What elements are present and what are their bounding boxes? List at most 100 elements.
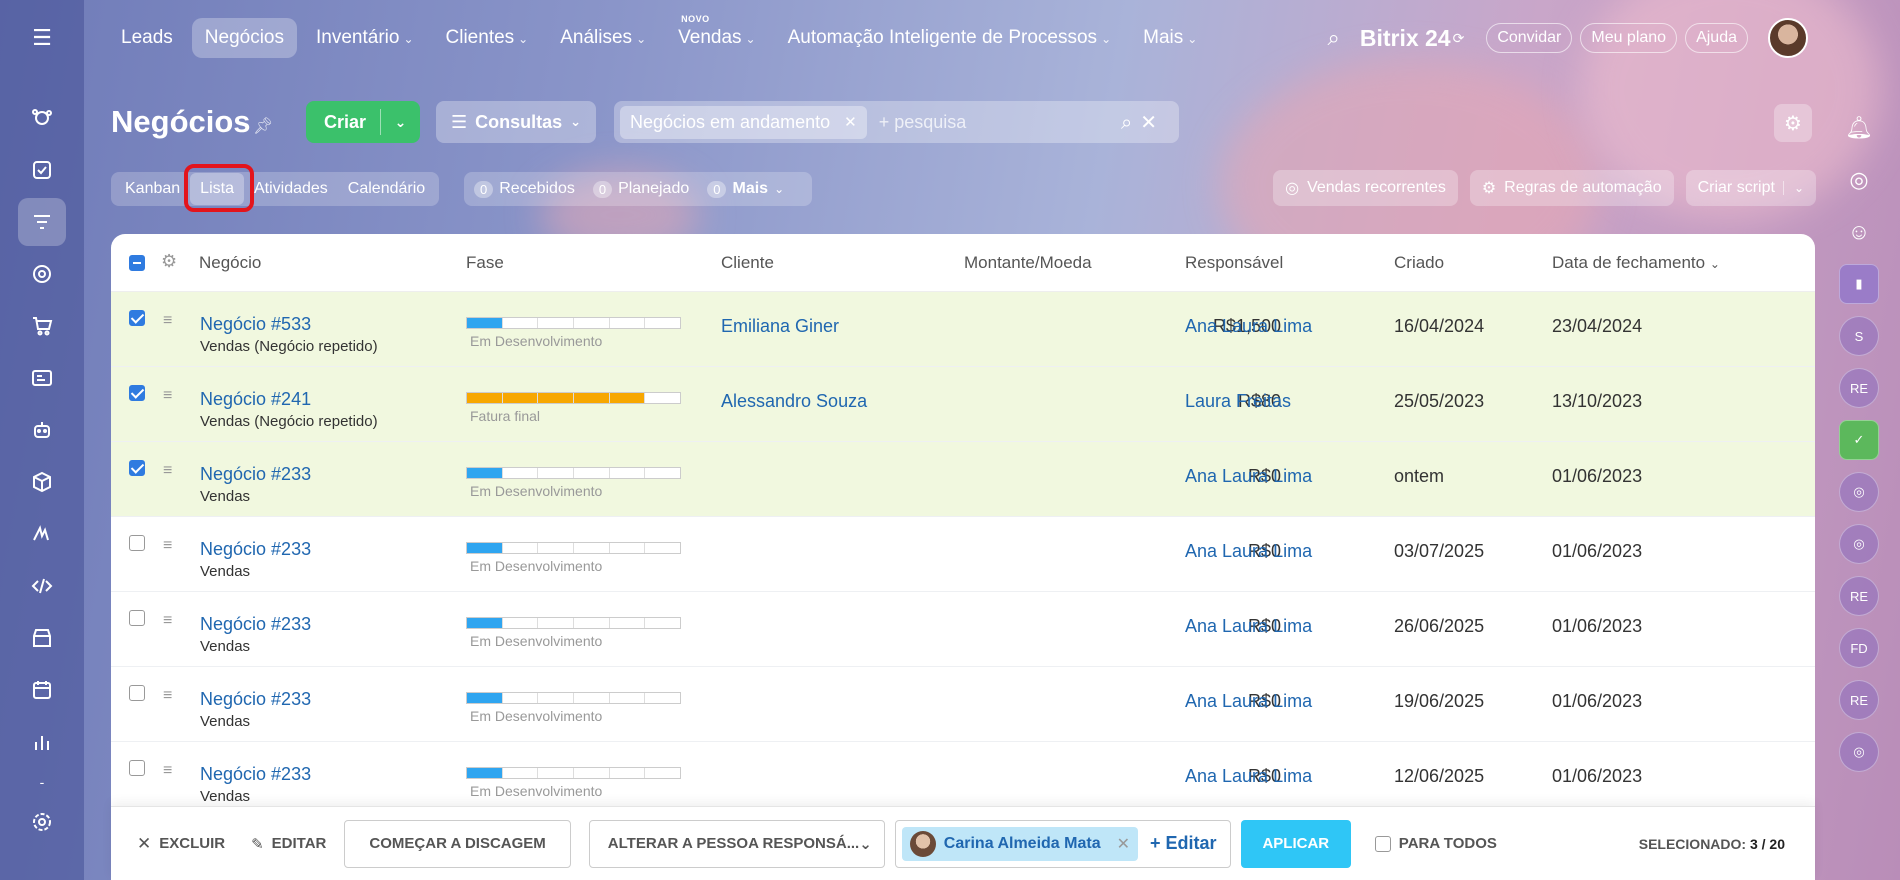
stage-progress-bar[interactable] (466, 767, 681, 779)
row-checkbox[interactable] (129, 310, 145, 326)
pin-icon[interactable]: 📌︎ (253, 116, 273, 136)
user-avatar[interactable] (1768, 18, 1808, 58)
create-button[interactable]: Criar ⌄ (306, 101, 420, 143)
create-script-button[interactable]: Criar script ⌄ (1685, 170, 1816, 206)
nav-item-7[interactable]: Mais ⌄ (1130, 18, 1210, 58)
row-checkbox[interactable] (129, 535, 145, 551)
bookmark-icon[interactable]: ▮ (1839, 264, 1879, 304)
rightbar-avatar-1[interactable]: S (1839, 316, 1879, 356)
deal-link[interactable]: Negócio #241 (200, 389, 311, 410)
drag-handle-icon[interactable]: ≡ (163, 763, 179, 779)
responsible-link[interactable]: Ana Laura Lima (1185, 316, 1312, 337)
nav-item-2[interactable]: Inventário ⌄ (303, 18, 427, 58)
delete-button[interactable]: ✕ Excluir (137, 834, 225, 854)
invite-button[interactable]: Convidar (1486, 23, 1573, 53)
crm-icon[interactable] (18, 198, 66, 246)
stage-segment[interactable] (609, 768, 646, 778)
help-button[interactable]: Ajuda (1685, 23, 1748, 53)
stage-segment[interactable] (609, 618, 646, 628)
chevron-down-icon[interactable]: ⌄ (1782, 181, 1804, 195)
stage-progress-bar[interactable] (466, 392, 681, 404)
deal-link[interactable]: Negócio #233 (200, 614, 311, 635)
col-deal[interactable]: Negócio (199, 253, 261, 273)
bell-icon[interactable]: 🔔︎ (1839, 108, 1879, 148)
stage-segment[interactable] (645, 768, 681, 778)
drag-handle-icon[interactable]: ≡ (163, 613, 179, 629)
automation-rules-button[interactable]: ⚙ Regras de automação (1469, 170, 1674, 206)
nav-item-6[interactable]: Automação Inteligente de Processos ⌄ (775, 18, 1125, 58)
robot-icon[interactable] (18, 406, 66, 454)
view-tab-3[interactable]: Calendário (338, 173, 435, 205)
stage-segment[interactable] (467, 768, 503, 778)
counter-received[interactable]: 0 Recebidos (474, 180, 575, 198)
stage-segment[interactable] (538, 543, 575, 553)
menu-icon[interactable]: ☰ (18, 14, 66, 62)
chevron-down-icon[interactable]: ⌄ (381, 114, 420, 131)
person-selector[interactable]: Carina Almeida Mata ✕ + Editar (894, 819, 1231, 868)
cart-icon[interactable] (18, 302, 66, 350)
stage-segment[interactable] (645, 318, 681, 328)
stage-segment[interactable] (574, 768, 610, 778)
stage-segment[interactable] (645, 393, 681, 403)
stage-segment[interactable] (467, 468, 503, 478)
copilot-chat-icon-2[interactable]: ◎ (1839, 524, 1879, 564)
for-all-toggle[interactable]: Para todos (1374, 835, 1497, 852)
edit-button[interactable]: ✎ Editar (251, 835, 326, 853)
stage-segment[interactable] (538, 693, 575, 703)
responsible-link[interactable]: Laura Freitas (1185, 391, 1291, 412)
table-row[interactable]: ≡ Negócio #233 Vendas Em Desenvolvimento R$0… (111, 442, 1815, 517)
stage-segment[interactable] (574, 693, 610, 703)
row-checkbox[interactable] (129, 385, 145, 401)
stage-segment[interactable] (502, 393, 539, 403)
stage-segment[interactable] (502, 543, 539, 553)
rightbar-avatar-4[interactable]: FD (1839, 628, 1879, 668)
apply-button[interactable]: Aplicar (1240, 819, 1351, 868)
search-input[interactable]: + pesquisa (879, 112, 1121, 133)
stage-segment[interactable] (502, 468, 539, 478)
stage-segment[interactable] (467, 318, 503, 328)
collapse-icon[interactable]: - (18, 770, 66, 794)
table-row[interactable]: ≡ Negócio #233 Vendas Em Desenvolvimento R$0… (111, 592, 1815, 667)
drag-handle-icon[interactable]: ≡ (163, 538, 179, 554)
col-stage[interactable]: Fase (466, 253, 504, 273)
close-icon[interactable]: ✕ (844, 113, 857, 131)
box-icon[interactable] (18, 458, 66, 506)
deal-link[interactable]: Negócio #233 (200, 764, 311, 785)
row-checkbox[interactable] (129, 685, 145, 701)
counter-planned[interactable]: 0 Planejado (592, 180, 689, 198)
stage-segment[interactable] (538, 468, 575, 478)
nav-item-0[interactable]: Leads (108, 18, 186, 58)
responsible-link[interactable]: Ana Laura Lima (1185, 541, 1312, 562)
row-checkbox[interactable] (129, 760, 145, 776)
stage-segment[interactable] (609, 468, 646, 478)
settings-icon[interactable] (18, 798, 66, 846)
deal-link[interactable]: Negócio #533 (200, 314, 311, 335)
col-closing-date[interactable]: Data de fechamento ⌄ (1552, 253, 1720, 273)
queries-button[interactable]: ☰ Consultas ⌄ (436, 101, 596, 143)
rightbar-avatar-2[interactable]: RE (1839, 368, 1879, 408)
stage-progress-bar[interactable] (466, 467, 681, 479)
row-checkbox[interactable] (129, 610, 145, 626)
stage-segment[interactable] (609, 543, 646, 553)
table-row[interactable]: ≡ Negócio #233 Vendas Em Desenvolvimento R$0… (111, 517, 1815, 592)
checklist-icon[interactable]: ✓ (1839, 420, 1879, 460)
responsible-link[interactable]: Ana Laura Lima (1185, 616, 1312, 637)
nav-item-3[interactable]: Clientes ⌄ (433, 18, 542, 58)
view-tab-0[interactable]: Kanban (115, 173, 190, 205)
stage-segment[interactable] (538, 393, 575, 403)
nav-item-1[interactable]: Negócios (191, 18, 297, 58)
deal-link[interactable]: Negócio #233 (200, 464, 311, 485)
client-link[interactable]: Emiliana Giner (721, 316, 839, 337)
stage-segment[interactable] (574, 318, 610, 328)
target-icon[interactable] (18, 250, 66, 298)
my-plan-button[interactable]: Meu plano (1580, 23, 1678, 53)
col-amount[interactable]: Montante/Moeda (964, 253, 1092, 273)
column-settings-gear-icon[interactable]: ⚙ (161, 251, 177, 272)
stage-segment[interactable] (645, 468, 681, 478)
search-icon[interactable]: ⌕ (1328, 25, 1340, 51)
view-tab-1[interactable]: Lista (190, 173, 244, 205)
stage-segment[interactable] (502, 618, 539, 628)
stage-progress-bar[interactable] (466, 542, 681, 554)
start-dialing-button[interactable]: Começar a discagem (344, 819, 571, 868)
drag-handle-icon[interactable]: ≡ (163, 313, 179, 329)
